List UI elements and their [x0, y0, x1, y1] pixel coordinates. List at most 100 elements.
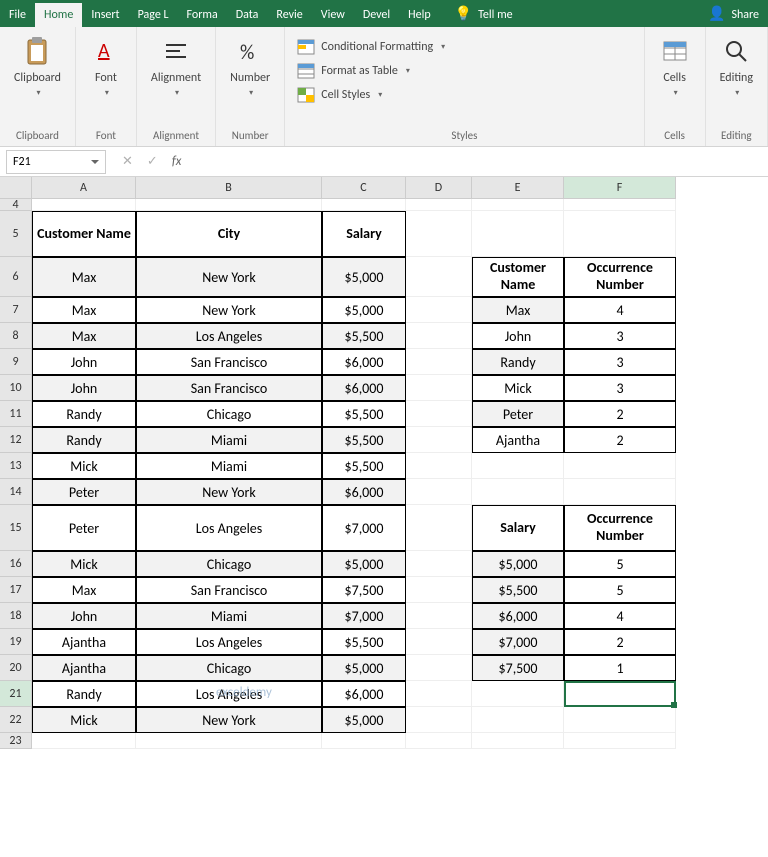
cell-C17[interactable]: $7,500	[322, 577, 406, 603]
row-header-8[interactable]: 8	[0, 323, 32, 349]
number-button[interactable]: % Number▾	[224, 31, 276, 104]
cell-F11[interactable]: 2	[564, 401, 676, 427]
cell-E5[interactable]	[472, 211, 564, 257]
cell-B4[interactable]	[136, 199, 322, 211]
cell-B14[interactable]: New York	[136, 479, 322, 505]
cell-A13[interactable]: Mick	[32, 453, 136, 479]
cell-B7[interactable]: New York	[136, 297, 322, 323]
cell-B16[interactable]: Chicago	[136, 551, 322, 577]
row-header-10[interactable]: 10	[0, 375, 32, 401]
format-as-table[interactable]: Format as Table▾	[293, 61, 449, 81]
cell-C13[interactable]: $5,500	[322, 453, 406, 479]
cell-D20[interactable]	[406, 655, 472, 681]
row-header-23[interactable]: 23	[0, 733, 32, 749]
paste-button[interactable]: Clipboard▾	[8, 31, 67, 104]
cell-D22[interactable]	[406, 707, 472, 733]
tab-formulas[interactable]: Forma	[178, 3, 227, 27]
cell-F12[interactable]: 2	[564, 427, 676, 453]
cell-F6[interactable]: Occurrence Number	[564, 257, 676, 297]
cell-D10[interactable]	[406, 375, 472, 401]
cell-D14[interactable]	[406, 479, 472, 505]
cell-D8[interactable]	[406, 323, 472, 349]
cell-A12[interactable]: Randy	[32, 427, 136, 453]
cell-B8[interactable]: Los Angeles	[136, 323, 322, 349]
cell-B11[interactable]: Chicago	[136, 401, 322, 427]
row-header-6[interactable]: 6	[0, 257, 32, 297]
cell-A20[interactable]: Ajantha	[32, 655, 136, 681]
cell-E16[interactable]: $5,000	[472, 551, 564, 577]
cell-D5[interactable]	[406, 211, 472, 257]
cell-A6[interactable]: Max	[32, 257, 136, 297]
cell-A23[interactable]	[32, 733, 136, 749]
cell-C22[interactable]: $5,000	[322, 707, 406, 733]
cell-E12[interactable]: Ajantha	[472, 427, 564, 453]
col-header-E[interactable]: E	[472, 177, 564, 199]
cell-A4[interactable]	[32, 199, 136, 211]
cell-B19[interactable]: Los Angeles	[136, 629, 322, 655]
cell-C8[interactable]: $5,500	[322, 323, 406, 349]
tab-view[interactable]: View	[312, 3, 354, 27]
cell-B12[interactable]: Miami	[136, 427, 322, 453]
cell-F18[interactable]: 4	[564, 603, 676, 629]
col-header-C[interactable]: C	[322, 177, 406, 199]
formula-input[interactable]	[191, 150, 768, 174]
cell-D11[interactable]	[406, 401, 472, 427]
cell-C15[interactable]: $7,000	[322, 505, 406, 551]
cell-F23[interactable]	[564, 733, 676, 749]
fx-icon[interactable]: fx	[172, 154, 182, 169]
cell-A10[interactable]: John	[32, 375, 136, 401]
cell-A14[interactable]: Peter	[32, 479, 136, 505]
row-header-21[interactable]: 21	[0, 681, 32, 707]
cell-A7[interactable]: Max	[32, 297, 136, 323]
cell-F20[interactable]: 1	[564, 655, 676, 681]
cell-D13[interactable]	[406, 453, 472, 479]
cell-B13[interactable]: Miami	[136, 453, 322, 479]
conditional-formatting[interactable]: Conditional Formatting▾	[293, 37, 449, 57]
cell-C20[interactable]: $5,000	[322, 655, 406, 681]
cell-F8[interactable]: 3	[564, 323, 676, 349]
row-header-20[interactable]: 20	[0, 655, 32, 681]
cell-F14[interactable]	[564, 479, 676, 505]
cell-E13[interactable]	[472, 453, 564, 479]
cell-A21[interactable]: Randy	[32, 681, 136, 707]
cell-B20[interactable]: Chicago	[136, 655, 322, 681]
cell-D7[interactable]	[406, 297, 472, 323]
font-button[interactable]: A Font▾	[84, 31, 128, 104]
cell-B10[interactable]: San Francisco	[136, 375, 322, 401]
cell-B6[interactable]: New York	[136, 257, 322, 297]
cell-F22[interactable]	[564, 707, 676, 733]
cell-D6[interactable]	[406, 257, 472, 297]
spreadsheet-grid[interactable]: ABCDEF 456789101112131415161718192021222…	[0, 177, 768, 857]
tab-review[interactable]: Revie	[267, 3, 311, 27]
cell-B9[interactable]: San Francisco	[136, 349, 322, 375]
cell-E15[interactable]: Salary	[472, 505, 564, 551]
cell-C7[interactable]: $5,000	[322, 297, 406, 323]
cell-C23[interactable]	[322, 733, 406, 749]
cell-C11[interactable]: $5,500	[322, 401, 406, 427]
row-header-18[interactable]: 18	[0, 603, 32, 629]
cell-C16[interactable]: $5,000	[322, 551, 406, 577]
cell-B23[interactable]	[136, 733, 322, 749]
row-header-9[interactable]: 9	[0, 349, 32, 375]
cells-button[interactable]: Cells▾	[653, 31, 697, 104]
cell-E8[interactable]: John	[472, 323, 564, 349]
cell-C21[interactable]: $6,000	[322, 681, 406, 707]
cell-D15[interactable]	[406, 505, 472, 551]
row-header-14[interactable]: 14	[0, 479, 32, 505]
row-header-5[interactable]: 5	[0, 211, 32, 257]
cell-E14[interactable]	[472, 479, 564, 505]
alignment-button[interactable]: Alignment▾	[145, 31, 207, 104]
cell-C19[interactable]: $5,500	[322, 629, 406, 655]
cell-D23[interactable]	[406, 733, 472, 749]
row-header-22[interactable]: 22	[0, 707, 32, 733]
cell-A5[interactable]: Customer Name	[32, 211, 136, 257]
cell-E18[interactable]: $6,000	[472, 603, 564, 629]
cell-F21[interactable]	[564, 681, 676, 707]
cell-F4[interactable]	[564, 199, 676, 211]
cell-F13[interactable]	[564, 453, 676, 479]
cell-E11[interactable]: Peter	[472, 401, 564, 427]
cell-E10[interactable]: Mick	[472, 375, 564, 401]
cell-F10[interactable]: 3	[564, 375, 676, 401]
cell-A19[interactable]: Ajantha	[32, 629, 136, 655]
cell-C4[interactable]	[322, 199, 406, 211]
